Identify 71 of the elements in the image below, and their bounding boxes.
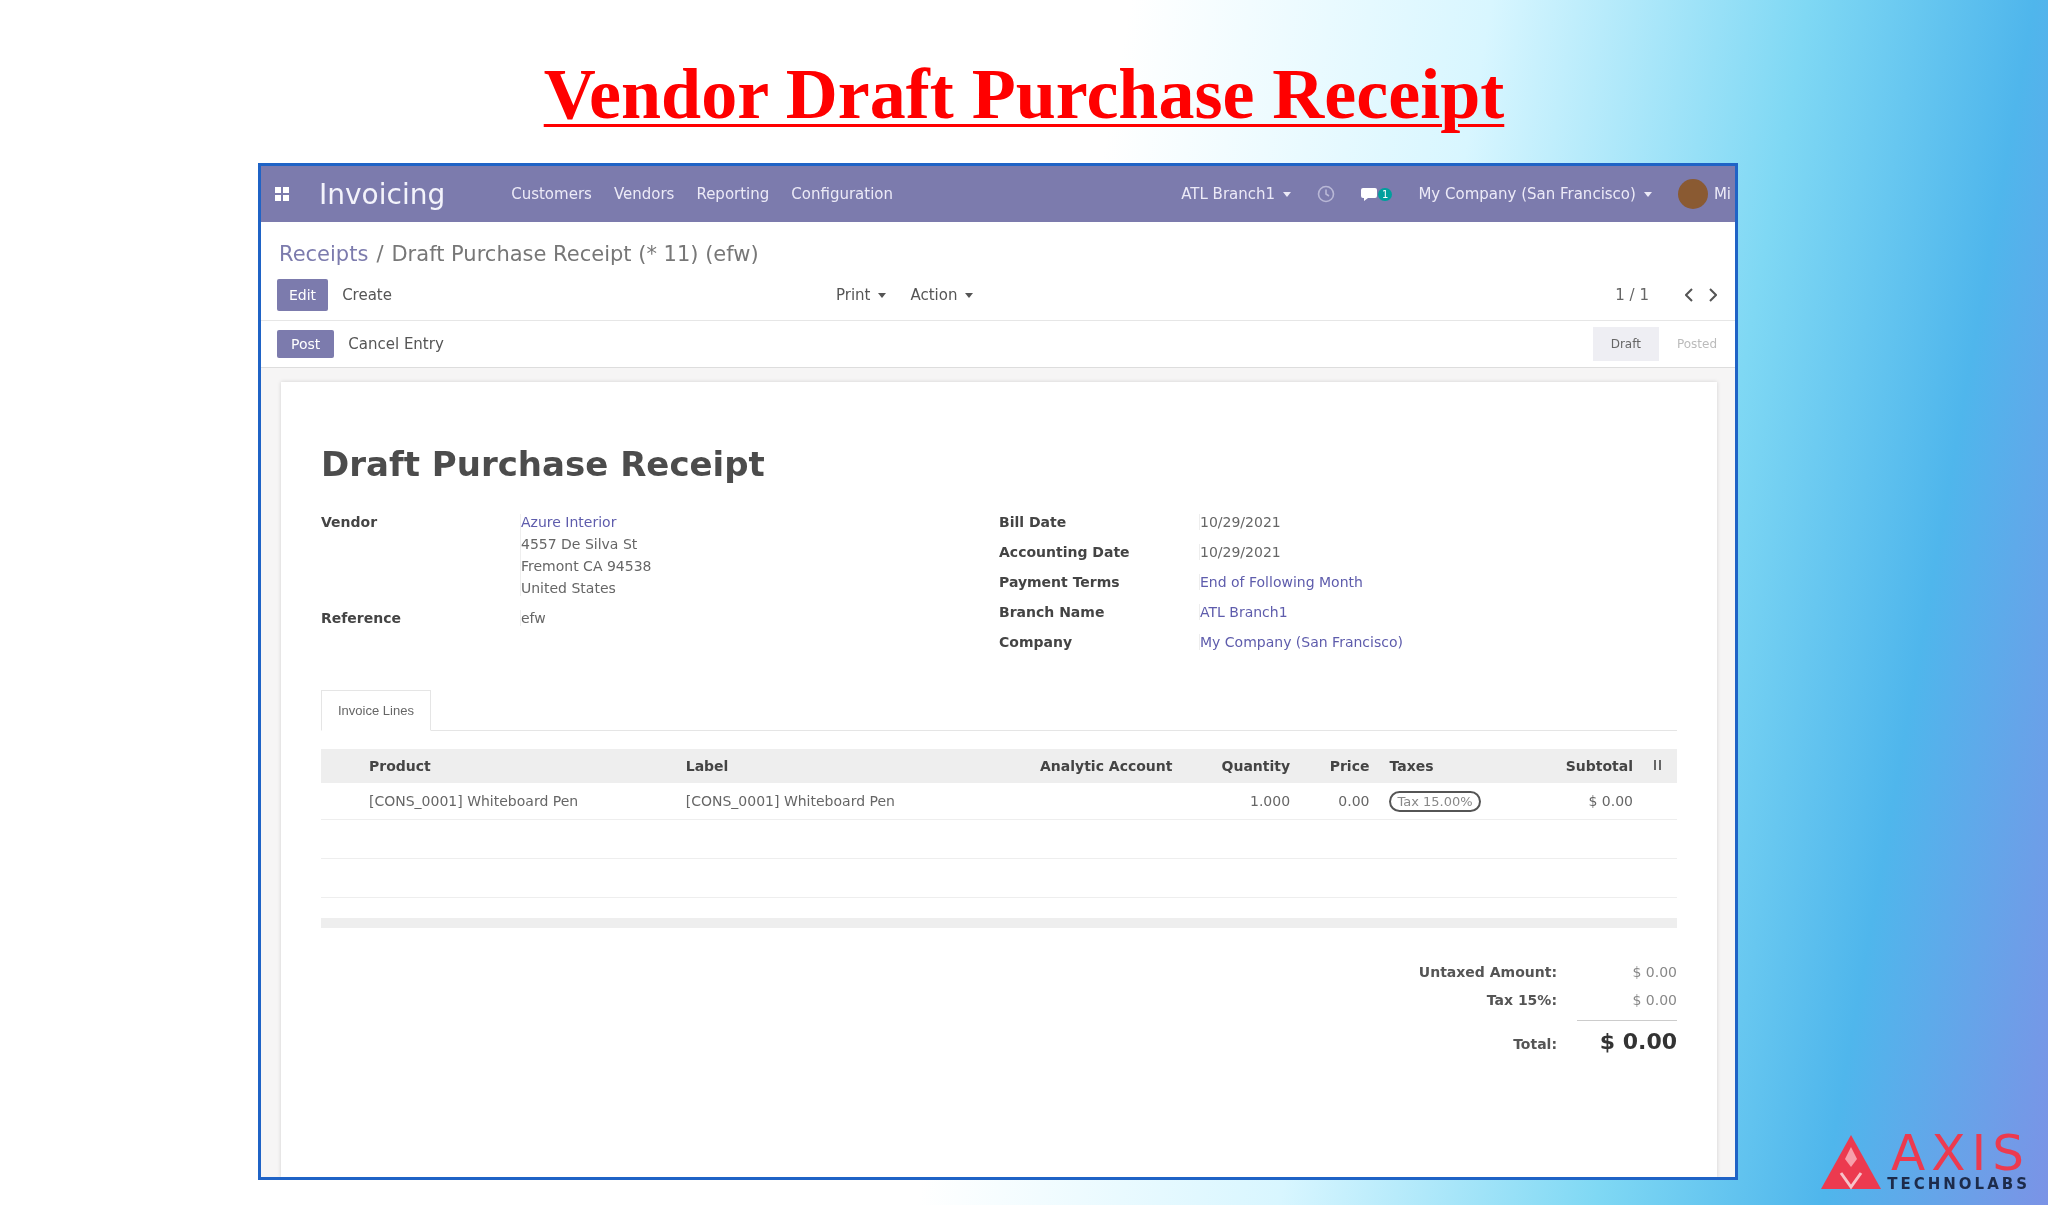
field-label: Company — [999, 634, 1074, 650]
table-cell: [CONS_0001] Whiteboard Pen — [321, 783, 676, 820]
field-link[interactable]: My Company (San Francisco) — [1200, 634, 1677, 650]
caret-icon — [965, 292, 974, 298]
column-settings-icon[interactable] — [1653, 759, 1663, 771]
column-header: Analytic Account — [980, 749, 1183, 783]
create-button[interactable]: Create — [328, 278, 406, 312]
status-stage: Draft — [1592, 327, 1659, 361]
total-value: $ 0.00 — [1631, 964, 1677, 980]
edit-button[interactable]: Edit — [277, 279, 329, 311]
tab[interactable]: Invoice Lines — [321, 690, 431, 731]
field-label: Payment Terms — [999, 574, 1121, 590]
message-count-badge: 1 — [1378, 187, 1393, 201]
menu-item[interactable]: Reporting — [696, 185, 770, 203]
cancel-entry-button[interactable]: Cancel Entry — [334, 327, 458, 361]
menu-item[interactable]: Vendors — [613, 185, 675, 203]
caret-icon — [1283, 191, 1292, 197]
field-label: Reference — [321, 610, 403, 626]
field-label: Branch Name — [999, 604, 1106, 620]
caret-icon — [878, 292, 887, 298]
apps-grid-icon[interactable] — [275, 187, 289, 201]
field-value: efw — [521, 610, 547, 626]
field-link[interactable]: End of Following Month — [1200, 574, 1677, 590]
total-label: Total: — [1512, 1035, 1557, 1052]
column-header: Price — [1300, 749, 1380, 783]
breadcrumb-separator: / — [376, 242, 384, 266]
company-dropdown[interactable]: My Company (San Francisco) — [1418, 185, 1652, 203]
table-cell: 1.000 — [1182, 783, 1301, 820]
previous-icon[interactable] — [1685, 288, 1693, 302]
table-cell: 0.00 — [1300, 783, 1380, 820]
total-label: Tax 15%: — [1485, 992, 1557, 1008]
total-value: $ 0.00 — [1631, 992, 1677, 1008]
caret-icon — [1643, 191, 1652, 197]
total-label: Untaxed Amount: — [1417, 964, 1557, 980]
table-cell: [CONS_0001] Whiteboard Pen — [675, 783, 980, 820]
menu-dropdown[interactable]: Action — [900, 280, 984, 310]
field-value: 10/29/2021 — [1200, 544, 1282, 560]
next-icon[interactable] — [1709, 288, 1717, 302]
column-header: Label — [675, 749, 980, 783]
field-label: Vendor — [321, 514, 379, 532]
address-line: Fremont CA 94538 — [521, 558, 653, 574]
branch-dropdown[interactable]: ATL Branch1 — [1181, 185, 1292, 203]
address-line: 4557 De Silva St — [521, 536, 639, 552]
address-line: United States — [521, 580, 617, 596]
logo-tagline: TECHNOLABS — [1887, 1175, 2030, 1193]
menu-dropdown[interactable]: Print — [825, 280, 897, 310]
status-stage: Posted — [1675, 336, 1718, 353]
logo-name: AXIS — [1891, 1131, 2030, 1175]
breadcrumb-link[interactable]: Receipts — [279, 242, 369, 266]
table-cell: $ 0.00 — [1527, 783, 1643, 820]
post-button[interactable]: Post — [277, 330, 335, 358]
user-name[interactable]: Mi — [1713, 185, 1731, 203]
column-header: Subtotal — [1527, 749, 1643, 783]
column-header: Taxes — [1379, 749, 1527, 783]
field-label: Bill Date — [999, 514, 1068, 530]
total-value: $ 0.00 — [1577, 1020, 1677, 1054]
app-name: Invoicing — [319, 177, 446, 211]
breadcrumb-current: Draft Purchase Receipt (* 11) (efw) — [391, 242, 759, 266]
field-value: 10/29/2021 — [1200, 514, 1282, 530]
form-title: Draft Purchase Receipt — [321, 444, 766, 484]
field-link[interactable]: Azure Interior — [521, 514, 999, 530]
field-label: Accounting Date — [999, 544, 1131, 560]
column-header: Quantity — [1182, 749, 1301, 783]
menu-item[interactable]: Customers — [511, 185, 592, 203]
tax-tag: Tax 15.00% — [1389, 791, 1481, 812]
clock-icon[interactable] — [1317, 185, 1336, 203]
field-link[interactable]: ATL Branch1 — [1200, 604, 1677, 620]
menu-item[interactable]: Configuration — [791, 185, 894, 203]
column-header: Product — [321, 749, 676, 783]
pager-counter: 1 / 1 — [1615, 286, 1649, 304]
logo-icon — [1819, 1133, 1884, 1191]
